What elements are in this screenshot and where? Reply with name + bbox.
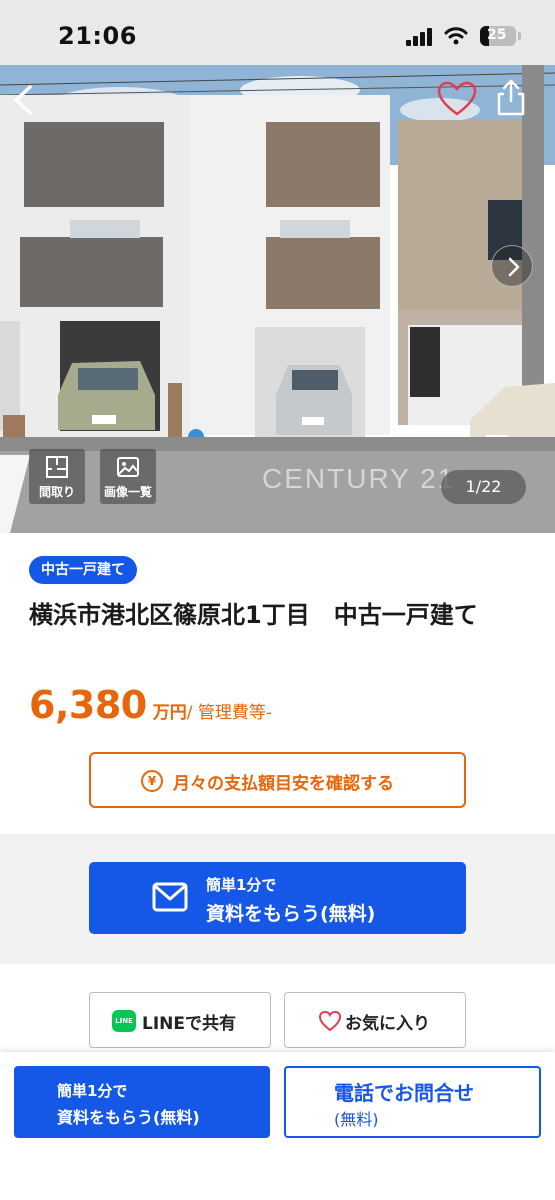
request-documents-button[interactable]: 簡単1分で 資料をもらう(無料) [89, 862, 466, 934]
status-bar: 21:06 25 [0, 0, 555, 65]
floor-plan-icon [46, 456, 68, 478]
line-icon: LINE [112, 1010, 136, 1032]
watermark-text: CENTURY 21 [262, 463, 456, 494]
bottom-action-bar: 簡単1分で 資料をもらう(無料) 電話でお問合せ (無料) [0, 1052, 555, 1200]
line-share-button[interactable]: LINE LINEで共有 [89, 992, 271, 1048]
property-title: 横浜市港北区篠原北1丁目 中古一戸建て [29, 601, 478, 629]
management-fee: / 管理費等- [186, 703, 272, 723]
heart-outline-icon [318, 1011, 342, 1032]
bottom-request-line2: 資料をもらう(無料) [57, 1108, 200, 1127]
chevron-right-icon [508, 257, 520, 277]
property-photo[interactable]: CENTURY 21 間取り 画像一覧 1/22 [0, 65, 555, 533]
image-list-button[interactable]: 画像一覧 [100, 449, 156, 504]
floor-plan-label: 間取り [38, 485, 75, 499]
favorite-label: お気に入り [345, 1014, 430, 1034]
yen-icon: ¥ [141, 770, 163, 792]
price: 6,380 万円/ 管理費等- [29, 683, 272, 727]
battery-icon: 25 [480, 26, 516, 46]
share-icon[interactable] [494, 79, 528, 117]
mail-icon [152, 882, 188, 912]
bottom-request-button[interactable]: 簡単1分で 資料をもらう(無料) [14, 1066, 270, 1138]
price-value: 6,380 [29, 683, 147, 727]
price-unit: 万円 [152, 703, 187, 723]
request-big-label: 資料をもらう(無料) [206, 903, 376, 925]
property-type-badge: 中古一戸建て [29, 556, 137, 584]
next-image-button[interactable] [491, 245, 533, 287]
monthly-payment-label: 月々の支払額目安を確認する [173, 774, 394, 794]
back-icon[interactable] [8, 83, 40, 117]
monthly-payment-button[interactable]: ¥ 月々の支払額目安を確認する [89, 752, 466, 808]
phone-inquiry-line1: 電話でお問合せ [334, 1081, 474, 1105]
image-counter: 1/22 [441, 470, 526, 504]
line-share-label: LINEで共有 [142, 1014, 236, 1034]
floor-plan-button[interactable]: 間取り [29, 449, 85, 504]
battery-level: 25 [487, 27, 507, 43]
request-small-label: 簡単1分で [206, 876, 277, 894]
heart-icon[interactable] [436, 81, 478, 117]
favorite-button[interactable]: お気に入り [284, 992, 466, 1048]
wifi-icon [444, 27, 468, 45]
status-time: 21:06 [58, 22, 137, 50]
image-list-icon [117, 457, 139, 477]
image-list-label: 画像一覧 [103, 485, 152, 499]
phone-inquiry-line2: (無料) [334, 1110, 379, 1129]
phone-inquiry-button[interactable]: 電話でお問合せ (無料) [284, 1066, 541, 1138]
signal-icon [406, 28, 434, 46]
bottom-request-line1: 簡単1分で [57, 1082, 128, 1100]
